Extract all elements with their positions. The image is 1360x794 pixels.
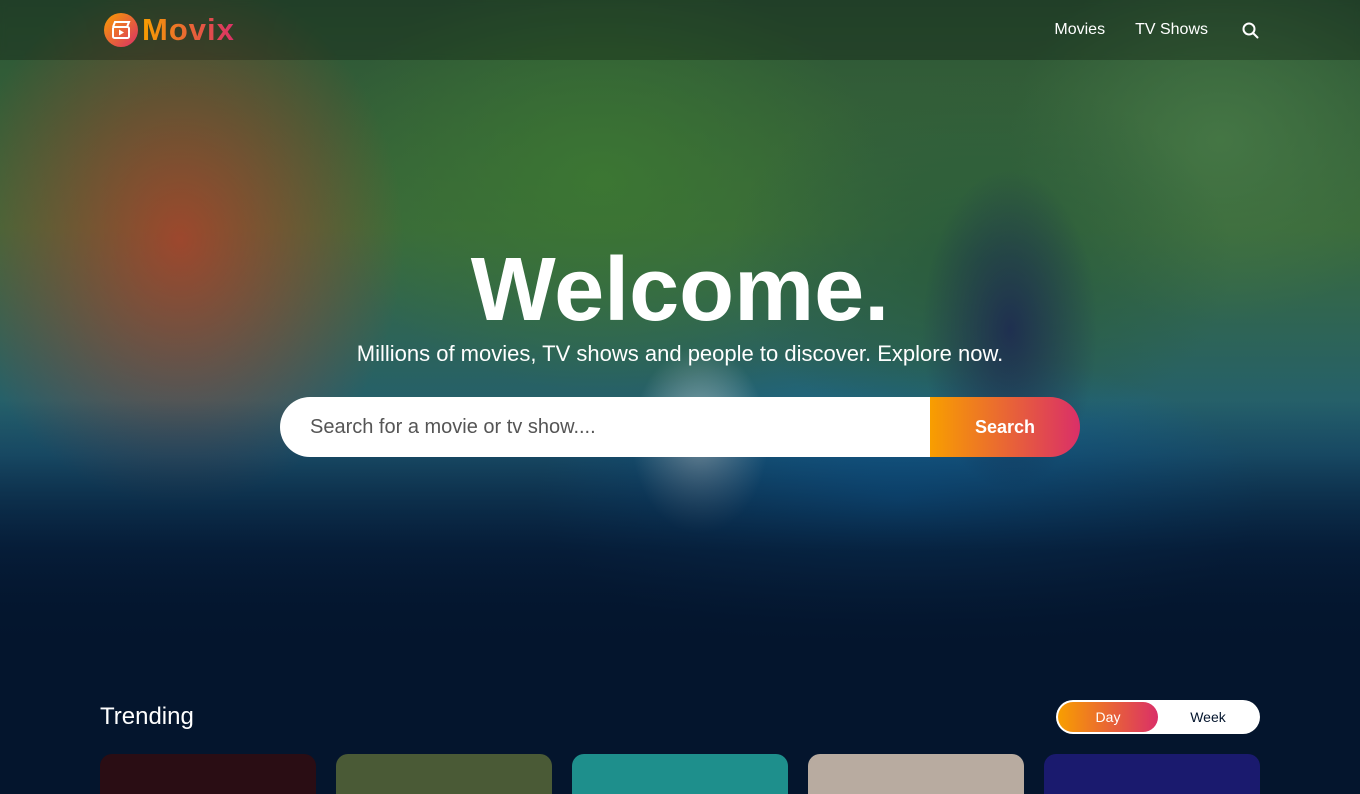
hero-content: Welcome. Millions of movies, TV shows an… — [0, 240, 1360, 368]
movie-card[interactable] — [1044, 754, 1260, 794]
hero-subtitle: Millions of movies, TV shows and people … — [356, 341, 1004, 366]
clapperboard-icon — [104, 13, 138, 47]
nav-item-movies[interactable]: Movies — [1054, 21, 1105, 39]
hero-search: Search — [280, 397, 1080, 457]
time-window-switch: Day Week — [1056, 700, 1260, 734]
movie-card[interactable] — [572, 754, 788, 794]
trending-header: Trending Day Week — [100, 700, 1260, 734]
search-button[interactable]: Search — [930, 397, 1080, 457]
tab-day[interactable]: Day — [1058, 702, 1158, 732]
movie-card[interactable] — [808, 754, 1024, 794]
site-header: Movix Movies TV Shows — [0, 0, 1360, 60]
main-nav: Movies TV Shows — [1054, 20, 1260, 40]
nav-item-tv-shows[interactable]: TV Shows — [1135, 21, 1208, 39]
tab-week[interactable]: Week — [1158, 702, 1258, 732]
logo-text: Movix — [142, 12, 235, 47]
movie-card[interactable] — [100, 754, 316, 794]
trending-title: Trending — [100, 703, 194, 730]
trending-section: Trending Day Week — [100, 700, 1260, 794]
logo[interactable]: Movix — [104, 12, 235, 48]
movie-card[interactable] — [336, 754, 552, 794]
trending-carousel — [100, 754, 1260, 794]
search-input[interactable] — [280, 397, 930, 457]
hero-title: Welcome. — [470, 240, 890, 340]
search-icon[interactable] — [1240, 20, 1260, 40]
